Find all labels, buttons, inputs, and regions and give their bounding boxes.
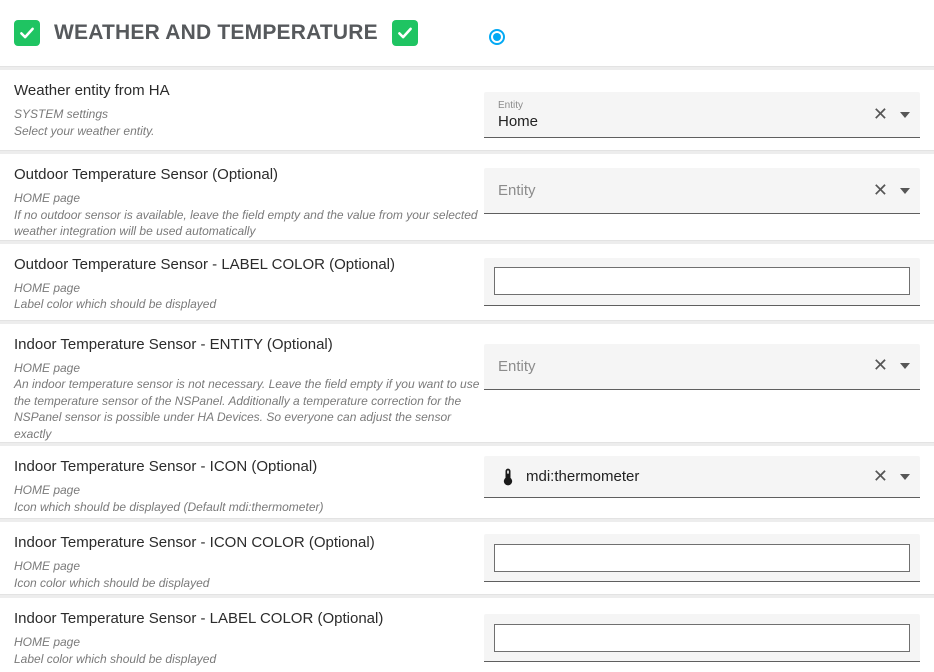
settings-row: Outdoor Temperature Sensor (Optional) HO… [0, 154, 934, 240]
color-input[interactable] [494, 624, 910, 652]
row-description: Icon which should be displayed (Default … [14, 499, 484, 516]
settings-row: Weather entity from HA SYSTEM settings S… [0, 70, 934, 150]
clear-icon[interactable]: ✕ [873, 106, 888, 124]
row-title: Indoor Temperature Sensor - LABEL COLOR … [14, 610, 484, 627]
checkbox-checked-icon[interactable] [392, 20, 418, 46]
section-header: WEATHER AND TEMPERATURE [0, 0, 934, 66]
dropdown-arrow-icon[interactable] [900, 112, 910, 118]
clear-icon[interactable]: ✕ [873, 182, 888, 200]
row-context: HOME page [14, 190, 484, 207]
row-description: An indoor temperature sensor is not nece… [14, 376, 484, 442]
radio-button-selected[interactable] [489, 29, 505, 45]
clear-icon[interactable]: ✕ [873, 357, 888, 375]
row-context: HOME page [14, 280, 484, 297]
row-description: If no outdoor sensor is available, leave… [14, 207, 484, 240]
settings-row: Indoor Temperature Sensor - LABEL COLOR … [0, 598, 934, 672]
color-input-field [484, 614, 920, 662]
settings-row: Outdoor Temperature Sensor - LABEL COLOR… [0, 244, 934, 320]
icon-select[interactable]: mdi:thermometer ✕ [484, 456, 920, 498]
row-title: Outdoor Temperature Sensor (Optional) [14, 166, 484, 183]
row-title: Outdoor Temperature Sensor - LABEL COLOR… [14, 256, 484, 273]
color-input[interactable] [494, 544, 910, 572]
settings-row: Indoor Temperature Sensor - ENTITY (Opti… [0, 324, 934, 443]
row-description: Label color which should be displayed [14, 651, 484, 668]
row-context: SYSTEM settings [14, 106, 484, 123]
settings-row: Indoor Temperature Sensor - ICON (Option… [0, 446, 934, 518]
entity-select[interactable]: Entity ✕ [484, 344, 920, 390]
entity-select[interactable]: Entity Home ✕ [484, 92, 920, 138]
row-title: Weather entity from HA [14, 82, 484, 99]
select-placeholder: Entity [498, 182, 873, 199]
dropdown-arrow-icon[interactable] [900, 474, 910, 480]
row-description: Label color which should be displayed [14, 296, 484, 313]
radio-dot-icon [493, 33, 501, 41]
section-title: WEATHER AND TEMPERATURE [54, 21, 378, 45]
settings-row: Indoor Temperature Sensor - ICON COLOR (… [0, 522, 934, 594]
row-context: HOME page [14, 360, 484, 377]
row-description: Icon color which should be displayed [14, 575, 484, 592]
row-title: Indoor Temperature Sensor - ENTITY (Opti… [14, 336, 484, 353]
color-input-field [484, 534, 920, 582]
select-value: mdi:thermometer [526, 468, 639, 485]
entity-select[interactable]: Entity ✕ [484, 168, 920, 214]
color-input-field [484, 258, 920, 306]
thermometer-icon [498, 467, 518, 487]
row-description: Select your weather entity. [14, 123, 484, 140]
checkbox-checked-icon[interactable] [14, 20, 40, 46]
row-context: HOME page [14, 558, 484, 575]
color-input[interactable] [494, 267, 910, 295]
select-label: Entity [498, 100, 873, 111]
dropdown-arrow-icon[interactable] [900, 363, 910, 369]
row-title: Indoor Temperature Sensor - ICON COLOR (… [14, 534, 484, 551]
row-context: HOME page [14, 634, 484, 651]
dropdown-arrow-icon[interactable] [900, 188, 910, 194]
clear-icon[interactable]: ✕ [873, 468, 888, 486]
row-title: Indoor Temperature Sensor - ICON (Option… [14, 458, 484, 475]
row-context: HOME page [14, 482, 484, 499]
select-placeholder: Entity [498, 358, 873, 375]
select-value: Home [498, 113, 873, 130]
